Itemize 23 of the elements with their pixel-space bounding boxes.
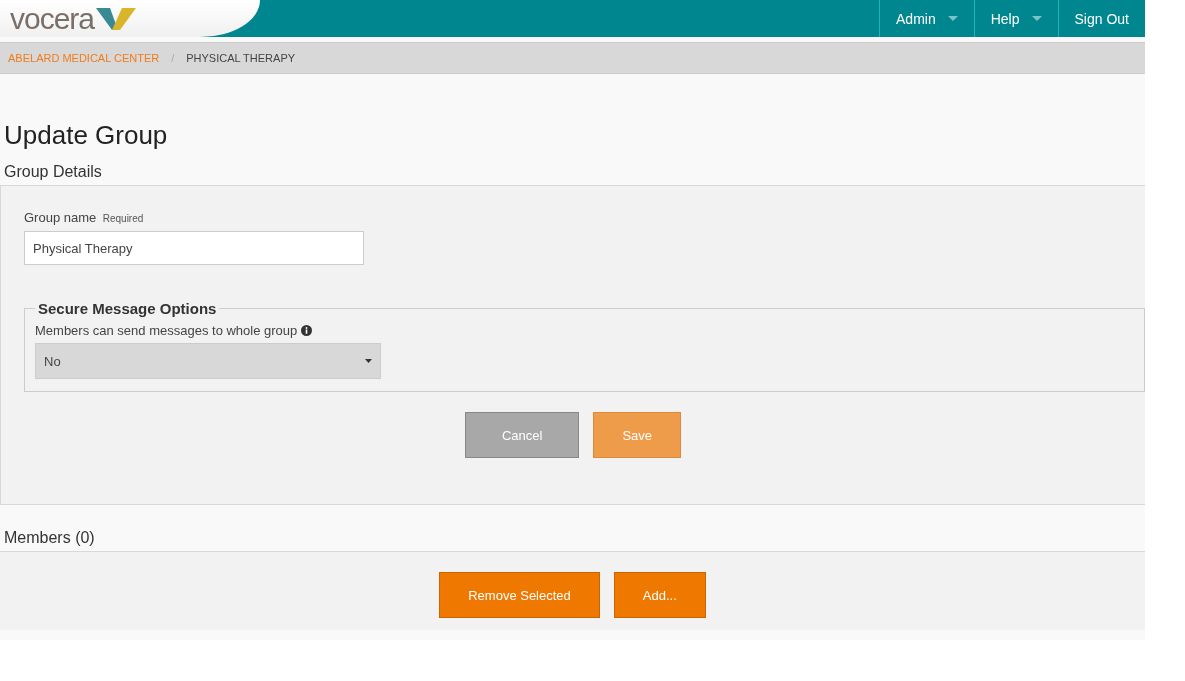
caret-icon: [1031, 16, 1042, 21]
fieldset-legend: Secure Message Options: [35, 300, 220, 317]
page-title: Update Group: [4, 120, 169, 151]
nav-menu-item[interactable]: Sign Out: [1057, 0, 1145, 37]
info-icon[interactable]: [301, 325, 313, 336]
dropdown-select[interactable]: No: [35, 343, 381, 379]
logo-text: vocera: [10, 3, 95, 34]
v-logo-icon: [96, 5, 137, 32]
group-name-field[interactable]: Physical Therapy: [24, 231, 364, 265]
required-note: Required: [102, 213, 144, 224]
breadcrumb-separator: /: [171, 52, 175, 64]
action-button[interactable]: Add...: [613, 572, 706, 618]
field-label: Members can send messages to whole group: [35, 323, 298, 338]
breadcrumb-item: PHYSICAL THERAPY: [186, 52, 296, 64]
nav-menu-item[interactable]: Admin: [879, 0, 974, 37]
nav-menu-item[interactable]: Help: [973, 0, 1058, 37]
caret-icon: [947, 16, 958, 21]
field-label: Group name: [24, 210, 97, 225]
action-button[interactable]: Remove Selected: [439, 572, 600, 618]
section-heading: Group Details: [4, 163, 103, 181]
cancel-button[interactable]: Cancel: [464, 412, 580, 458]
section-heading: Members (0): [4, 529, 96, 547]
caret-icon: [365, 359, 372, 363]
